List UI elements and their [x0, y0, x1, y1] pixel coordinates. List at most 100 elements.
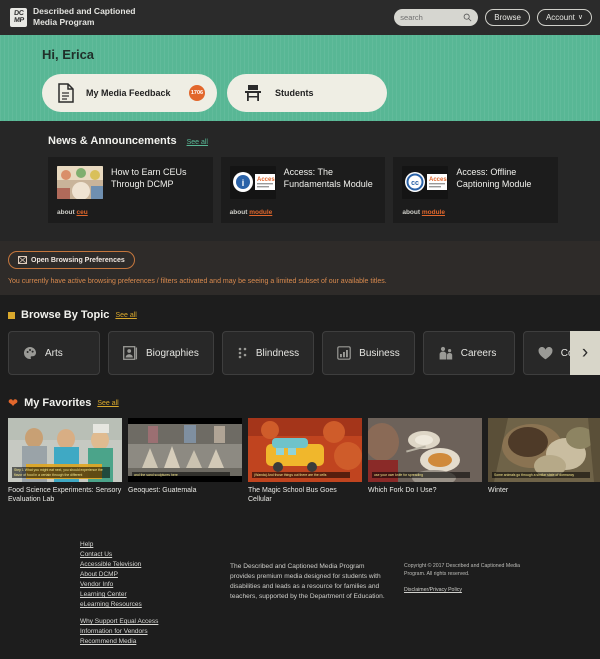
search-icon	[463, 13, 472, 21]
favorite-thumbnail: Step 1 What you might eat next, you shou…	[8, 418, 122, 482]
account-button-label: Account	[545, 12, 575, 22]
news-thumbnail	[57, 166, 103, 199]
news-see-all-link[interactable]: See all	[187, 139, 208, 146]
desk-icon	[245, 85, 261, 101]
favorite-caption: and the sand sculptures here	[132, 471, 230, 478]
topic-label: Arts	[45, 347, 63, 359]
news-card-title: Access: Offline Captioning Module	[456, 167, 532, 189]
news-card-top: cc Acces Access: Offline Captioning Modu…	[402, 166, 549, 199]
footer-link-learning-center[interactable]: Learning Center	[80, 590, 230, 600]
footer-link-contact-us[interactable]: Contact Us	[80, 550, 230, 560]
news-card-title: How to Earn CEUs Through DCMP	[111, 167, 187, 189]
news-card-grid: How to Earn CEUs Through DCMP about ceu …	[48, 157, 559, 223]
braille-icon	[238, 347, 247, 359]
footer-link-accessible-television[interactable]: Accessible Television	[80, 560, 230, 570]
topic-label: Business	[359, 347, 400, 359]
news-thumbnail: i Acces	[229, 166, 276, 199]
browsing-preferences-section: Open Browsing Preferences You currently …	[0, 241, 600, 295]
browse-button[interactable]: Browse	[485, 8, 530, 26]
news-section: News & Announcements See all How to Earn…	[0, 121, 600, 241]
favorite-caption: Some animals go through a similar state …	[492, 471, 590, 478]
favorite-caption: use your own knife for spreading	[372, 471, 470, 478]
footer-link-elearning-resources[interactable]: eLearning Resources	[80, 600, 230, 610]
footer-link-vendor-info[interactable]: Vendor Info	[80, 580, 230, 590]
search-input[interactable]	[400, 12, 464, 22]
news-card[interactable]: How to Earn CEUs Through DCMP about ceu	[48, 157, 213, 223]
footer-link-help[interactable]: Help	[80, 540, 230, 550]
favorite-title: The Magic School Bus Goes Cellular	[248, 487, 337, 503]
topic-card-business[interactable]: Business	[322, 331, 415, 375]
topic-card-arts[interactable]: Arts	[8, 331, 100, 375]
favorite-caption: Step 1 What you might eat next, you shou…	[12, 467, 110, 478]
topic-carousel: Arts Biographies Blindness Business Care…	[8, 331, 600, 375]
footer-copyright-column: Copyright © 2017 Described and Captioned…	[390, 540, 520, 647]
brand-line-2: Media Program	[33, 17, 95, 27]
my-media-feedback-label: My Media Feedback	[86, 88, 171, 98]
footer-link-about-dcmp[interactable]: About DCMP	[80, 570, 230, 580]
browse-by-topic-title: Browse By Topic	[21, 309, 110, 321]
search-box[interactable]	[394, 8, 479, 26]
my-favorites-title: My Favorites	[24, 397, 92, 409]
favorite-item[interactable]: Some animals go through a similar state …	[488, 418, 600, 504]
hero-banner: Hi, Erica My Media Feedback 1706 Student…	[0, 35, 600, 121]
chevron-down-icon: ∨	[577, 14, 583, 21]
top-navigation-bar: DC MP Described and Captioned Media Progr…	[0, 0, 600, 35]
news-meta-tag-link[interactable]: module	[249, 209, 272, 216]
news-card-meta: about module	[230, 209, 377, 216]
favorite-item[interactable]: and the sand sculptures here Geoquest: G…	[128, 418, 242, 504]
page-root: DC MP Described and Captioned Media Progr…	[0, 0, 600, 659]
topic-card-blindness[interactable]: Blindness	[221, 331, 315, 375]
favorite-item[interactable]: Step 1 What you might eat next, you shou…	[8, 418, 122, 504]
people-icon	[439, 346, 452, 360]
footer-links-divider	[80, 610, 230, 617]
news-meta-tag-link[interactable]: ceu	[77, 209, 88, 216]
chevron-right-icon: ›	[581, 342, 589, 363]
browse-button-label: Browse	[494, 12, 521, 22]
favorite-thumbnail: use your own knife for spreading	[368, 418, 482, 482]
footer-mission-text: The Described and Captioned Media Progra…	[230, 563, 385, 600]
topics-see-all-link[interactable]: See all	[115, 312, 136, 319]
account-button[interactable]: Account ∨	[536, 8, 592, 26]
favorite-thumbnail: and the sand sculptures here	[128, 418, 242, 482]
favorites-see-all-link[interactable]: See all	[97, 400, 118, 407]
brand-logo-link[interactable]: DC MP Described and Captioned Media Progr…	[10, 6, 136, 28]
favorite-thumbnail: (Wanda) And those things out there are t…	[248, 418, 362, 482]
footer-link-why-support-equal-access[interactable]: Why Support Equal Access	[80, 617, 230, 627]
students-button[interactable]: Students	[227, 74, 387, 112]
news-section-header: News & Announcements See all	[48, 135, 558, 147]
favorite-item[interactable]: use your own knife for spreading Which F…	[368, 418, 482, 504]
news-card-top: How to Earn CEUs Through DCMP	[57, 166, 204, 199]
favorites-list: Step 1 What you might eat next, you shou…	[8, 418, 600, 504]
footer-links-column: Help Contact Us Accessible Television Ab…	[80, 540, 230, 647]
document-icon	[58, 83, 74, 103]
nav-right-group: Browse Account ∨	[394, 8, 592, 26]
news-card-title: Access: The Fundamentals Module	[283, 167, 373, 189]
favorite-thumbnail: Some animals go through a similar state …	[488, 418, 600, 482]
my-media-feedback-button[interactable]: My Media Feedback 1706	[42, 74, 217, 112]
greeting-text: Hi, Erica	[42, 47, 95, 62]
dcmp-logo-icon: DC MP	[10, 7, 27, 27]
brand-line-1: Described and Captioned	[33, 6, 136, 16]
favorite-item[interactable]: (Wanda) And those things out there are t…	[248, 418, 362, 504]
news-meta-prefix: about	[402, 209, 421, 216]
favorite-title: Food Science Experiments: Sensory Evalua…	[8, 487, 122, 503]
news-card-top: i Acces Access: The Fundamentals Module	[229, 166, 377, 199]
news-card[interactable]: cc Acces Access: Offline Captioning Modu…	[393, 157, 559, 223]
svg-text:Acces: Acces	[429, 177, 447, 183]
favorite-title: Geoquest: Guatemala	[128, 487, 197, 494]
hero-action-cards: My Media Feedback 1706 Students	[42, 74, 600, 112]
bar-chart-icon	[337, 346, 351, 360]
open-browsing-preferences-button[interactable]: Open Browsing Preferences	[8, 251, 135, 269]
topic-card-careers[interactable]: Careers	[422, 331, 515, 375]
footer-link-recommend-media[interactable]: Recommend Media	[80, 637, 230, 647]
topic-card-biographies[interactable]: Biographies	[108, 331, 214, 375]
favorite-title: Winter	[488, 487, 509, 494]
my-favorites-section: ❤ My Favorites See all Step 1 What you m…	[0, 389, 600, 514]
feedback-count-badge: 1706	[189, 85, 205, 101]
topic-carousel-next-button[interactable]: ›	[570, 331, 600, 375]
footer-link-information-for-vendors[interactable]: Information for Vendors	[80, 627, 230, 637]
disclaimer-privacy-policy-link[interactable]: Disclaimer/Privacy Policy	[404, 586, 462, 594]
topic-label: Biographies	[146, 347, 199, 359]
news-meta-tag-link[interactable]: module	[422, 209, 445, 216]
news-card[interactable]: i Acces Access: The Fundamentals Module …	[220, 157, 386, 223]
